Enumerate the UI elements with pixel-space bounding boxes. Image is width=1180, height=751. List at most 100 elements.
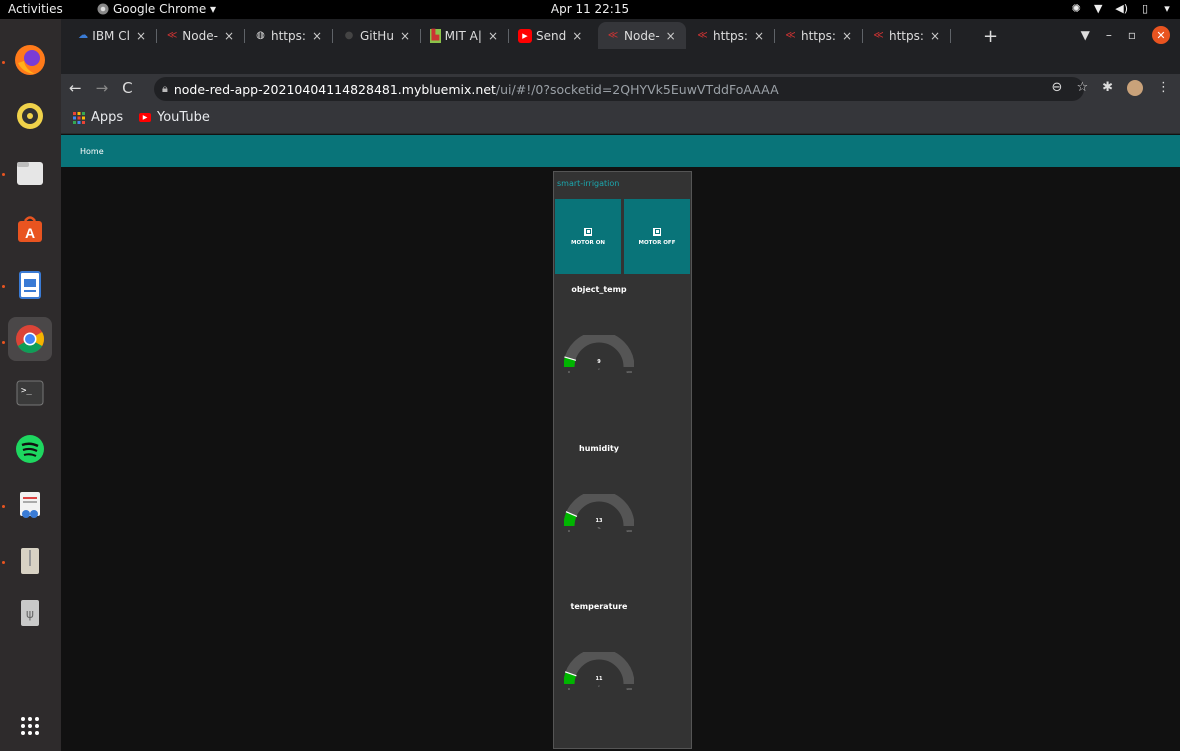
motor-on-label: MOTOR ON — [570, 239, 605, 246]
motor-on-button[interactable]: MOTOR ON — [555, 199, 621, 274]
youtube-icon: ▶ — [139, 113, 151, 122]
document-viewer-icon[interactable] — [8, 483, 52, 527]
spotify-icon[interactable] — [8, 427, 52, 471]
tab-https-1[interactable]: ◍ https: × — [246, 22, 330, 49]
new-tab-button[interactable]: + — [983, 26, 998, 47]
ibm-cloud-icon: ☁ — [78, 30, 89, 41]
tab-send[interactable]: ▶ Send × — [510, 22, 594, 49]
gauge-unit: c — [598, 684, 600, 688]
motor-icon — [584, 227, 592, 236]
motor-off-button[interactable]: MOTOR OFF — [624, 199, 690, 274]
close-tab-icon[interactable]: × — [312, 29, 322, 43]
libreoffice-writer-icon[interactable] — [8, 263, 52, 307]
close-tab-icon[interactable]: × — [842, 29, 852, 43]
tab-label: Node- — [624, 28, 660, 43]
tab-label: GitHu — [359, 28, 394, 43]
gauge-label: temperature — [570, 602, 628, 611]
gauge-dial: 13 % 0 100 — [564, 494, 634, 533]
close-tab-icon[interactable]: × — [666, 29, 676, 43]
tab-https-2[interactable]: ≪ https: × — [688, 22, 772, 49]
gauge-object-temp: object_temp 9 c 0 100 — [554, 285, 693, 415]
running-indicator — [2, 173, 5, 176]
rhythmbox-icon[interactable] — [8, 94, 52, 138]
running-indicator — [2, 505, 5, 508]
dashboard-group: smart-irrigation MOTOR ON MOTOR OFF obje… — [553, 171, 692, 749]
gnome-top-bar: Activities Google Chrome ▾ Apr 11 22:15 … — [0, 0, 1180, 19]
bookmark-youtube[interactable]: ▶ YouTube — [139, 110, 210, 125]
browser-toolbar: ← → C 🔒︎ node-red-app-20210404114828481.… — [61, 74, 1180, 104]
close-tab-icon[interactable]: × — [136, 29, 146, 43]
tab-ibm-cloud[interactable]: ☁ IBM Cl × — [70, 22, 154, 49]
lock-icon[interactable]: 🔒︎ — [162, 82, 168, 96]
running-indicator — [2, 341, 5, 344]
gauge-unit: % — [598, 526, 601, 530]
terminal-icon[interactable]: >_ — [8, 371, 52, 415]
gauge-label: humidity — [579, 444, 619, 453]
close-tab-icon[interactable]: × — [224, 29, 234, 43]
tab-https-3[interactable]: ≪ https: × — [776, 22, 860, 49]
close-tab-icon[interactable]: × — [930, 29, 940, 43]
wifi-icon: ▼ — [1094, 2, 1103, 15]
tab-node-red-1[interactable]: ≪ Node- × — [158, 22, 242, 49]
bookmark-star-icon[interactable]: ☆ — [1076, 80, 1088, 96]
github-icon: ● — [344, 30, 354, 41]
gauge-dial: 11 c 0 100 — [564, 652, 634, 691]
restore-icon[interactable]: ▫ — [1128, 28, 1136, 42]
tab-mit-app-inventor[interactable]: ▙ MIT A| × — [422, 22, 506, 49]
show-applications-icon[interactable] — [8, 704, 52, 748]
tab-label: https: — [889, 28, 924, 43]
back-arrow-icon[interactable]: ← — [69, 79, 82, 97]
tab-search-icon[interactable]: ▼ — [1081, 28, 1090, 42]
minimize-icon[interactable]: – — [1106, 28, 1112, 42]
tab-github[interactable]: ● GitHu × — [334, 22, 418, 49]
running-indicator — [2, 61, 5, 64]
reload-icon[interactable]: C — [122, 79, 132, 97]
gauge-max: 100 — [626, 529, 632, 533]
zoom-icon[interactable]: ⊖ — [1052, 80, 1063, 96]
gauge-humidity: humidity 13 % 0 100 — [554, 444, 693, 574]
more-menu-icon[interactable]: ⋮ — [1157, 80, 1170, 96]
close-tab-icon[interactable]: × — [488, 29, 498, 43]
activities-button[interactable]: Activities — [8, 2, 63, 16]
system-tray[interactable]: ✺ ▼ ◀) ▯ ▾ — [1071, 2, 1172, 15]
extensions-puzzle-icon[interactable]: ✱ — [1102, 80, 1113, 96]
tab-node-red-active[interactable]: ≪ Node- × — [598, 22, 686, 49]
gauge-fill — [564, 671, 577, 685]
profile-avatar[interactable] — [1127, 80, 1143, 96]
close-tab-icon[interactable]: × — [572, 29, 582, 43]
tab-https-4[interactable]: ≪ https: × — [864, 22, 948, 49]
tab-label: Node- — [182, 28, 218, 43]
address-bar[interactable]: 🔒︎ node-red-app-20210404114828481.myblue… — [154, 77, 1084, 101]
svg-text:>_: >_ — [21, 386, 32, 396]
forward-arrow-icon[interactable]: → — [96, 79, 109, 97]
software-center-icon[interactable]: A — [8, 207, 52, 251]
dashboard-toolbar: Home — [61, 135, 1180, 167]
chrome-small-icon — [97, 3, 109, 15]
gauge-value: 9 — [597, 359, 601, 365]
system-menu-chevron-icon[interactable]: ▾ — [1162, 2, 1172, 15]
tab-label: https: — [801, 28, 836, 43]
archive-icon[interactable] — [8, 539, 52, 583]
apps-grid-icon — [73, 111, 85, 124]
gauge-max: 100 — [626, 370, 632, 374]
motor-icon — [653, 227, 661, 236]
bookmarks-bar: Apps ▶ YouTube — [61, 104, 1180, 134]
app-menu[interactable]: Google Chrome ▾ — [97, 2, 216, 16]
tab-label: MIT A| — [444, 28, 482, 43]
tab-label: IBM Cl — [92, 28, 130, 43]
youtube-icon: ▶ — [518, 28, 532, 43]
gauge-value: 13 — [596, 518, 603, 524]
bookmark-apps[interactable]: Apps — [73, 110, 123, 125]
node-red-icon: ≪ — [785, 30, 796, 41]
close-tab-icon[interactable]: × — [400, 29, 410, 43]
gauge-dial: 9 c 0 100 — [564, 335, 634, 374]
globe-icon: ◍ — [256, 30, 265, 41]
firefox-icon[interactable] — [8, 38, 52, 82]
node-red-icon: ≪ — [873, 30, 884, 41]
files-icon[interactable] — [8, 151, 52, 195]
close-tab-icon[interactable]: × — [754, 29, 764, 43]
chrome-icon[interactable] — [8, 317, 52, 361]
close-window-icon[interactable]: ✕ — [1152, 26, 1170, 44]
usb-drive-icon[interactable]: ψ — [8, 591, 52, 635]
tab-strip: ☁ IBM Cl × ≪ Node- × ◍ https: × ● GitHu … — [61, 19, 1180, 74]
